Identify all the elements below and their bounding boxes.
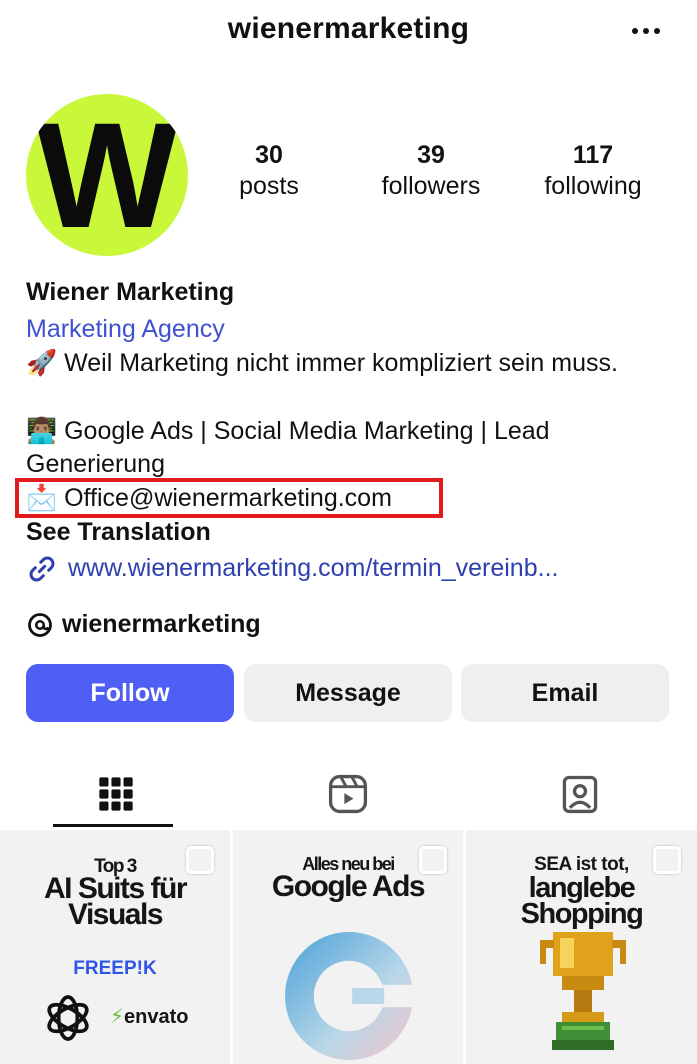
follow-button[interactable]: Follow <box>26 664 234 722</box>
email-highlight-box <box>15 478 443 518</box>
post-thumbnail-3[interactable]: SEA ist tot, langlebe Shopping <box>466 830 697 1064</box>
following-count[interactable]: 117 following <box>518 140 668 202</box>
tagged-person-icon <box>562 775 598 814</box>
post-2-line-2: Google Ads <box>271 870 426 903</box>
post-thumbnail-2[interactable]: Alles neu bei Google Ads <box>233 830 463 1064</box>
bio-line-1: 🚀 Weil Marketing nicht immer kompliziert… <box>26 347 666 380</box>
message-button[interactable]: Message <box>244 664 452 722</box>
posts-value: 30 <box>255 141 283 169</box>
post-1-line-3: Visuals <box>67 898 164 931</box>
avatar-letter: W <box>36 94 178 256</box>
openai-logo-icon <box>47 995 89 1041</box>
threads-handle: wienermarketing <box>62 610 261 638</box>
tab-grid[interactable] <box>0 760 232 828</box>
avatar[interactable]: W <box>26 94 188 256</box>
see-translation-link[interactable]: See Translation <box>26 516 666 549</box>
bio-line-2: 👨🏽‍💻 Google Ads | Social Media Marketing… <box>26 415 666 481</box>
posts-label: posts <box>239 172 299 200</box>
profile-tabs <box>0 760 697 828</box>
rocket-icon: 🚀 <box>26 349 58 377</box>
person-laptop-icon: 👨🏽‍💻 <box>26 417 58 445</box>
freepik-logo: FREEP!K <box>73 958 157 979</box>
active-tab-indicator <box>53 824 173 827</box>
following-value: 117 <box>572 141 614 169</box>
bio-line-1-text: Weil Marketing nicht immer kompliziert s… <box>64 349 618 377</box>
tab-reels[interactable] <box>232 760 464 828</box>
bio-link[interactable]: www.wienermarketing.com/termin_vereinb..… <box>26 552 666 585</box>
envato-text: envato <box>124 1006 189 1028</box>
posts-count[interactable]: 30 posts <box>194 140 344 202</box>
bio-line-2-text: Google Ads | Social Media Marketing | Le… <box>26 417 550 478</box>
following-label: following <box>544 172 642 200</box>
tab-tagged[interactable] <box>464 760 696 828</box>
followers-label: followers <box>381 172 481 200</box>
post-thumbnail-1[interactable]: Top 3 AI Suits für Visuals FREEP!K ⚡enva… <box>0 830 230 1064</box>
followers-count[interactable]: 39 followers <box>356 140 506 202</box>
threads-badge[interactable]: wienermarketing <box>26 608 666 641</box>
profile-category: Marketing Agency <box>26 315 225 343</box>
envato-logo: ⚡envato <box>110 1006 189 1028</box>
followers-value: 39 <box>417 141 445 169</box>
email-button[interactable]: Email <box>461 664 669 722</box>
threads-icon <box>28 612 52 637</box>
more-options-icon[interactable] <box>629 16 663 46</box>
reels-icon <box>328 774 368 814</box>
link-icon <box>29 556 55 581</box>
grid-icon <box>99 777 133 811</box>
profile-username-title: wienermarketing <box>227 12 470 45</box>
bio-link-text: www.wienermarketing.com/termin_vereinb..… <box>68 554 559 582</box>
trophy-icon <box>540 932 626 1050</box>
profile-name: Wiener Marketing <box>26 278 235 306</box>
google-ads-logo-icon <box>285 932 417 1060</box>
